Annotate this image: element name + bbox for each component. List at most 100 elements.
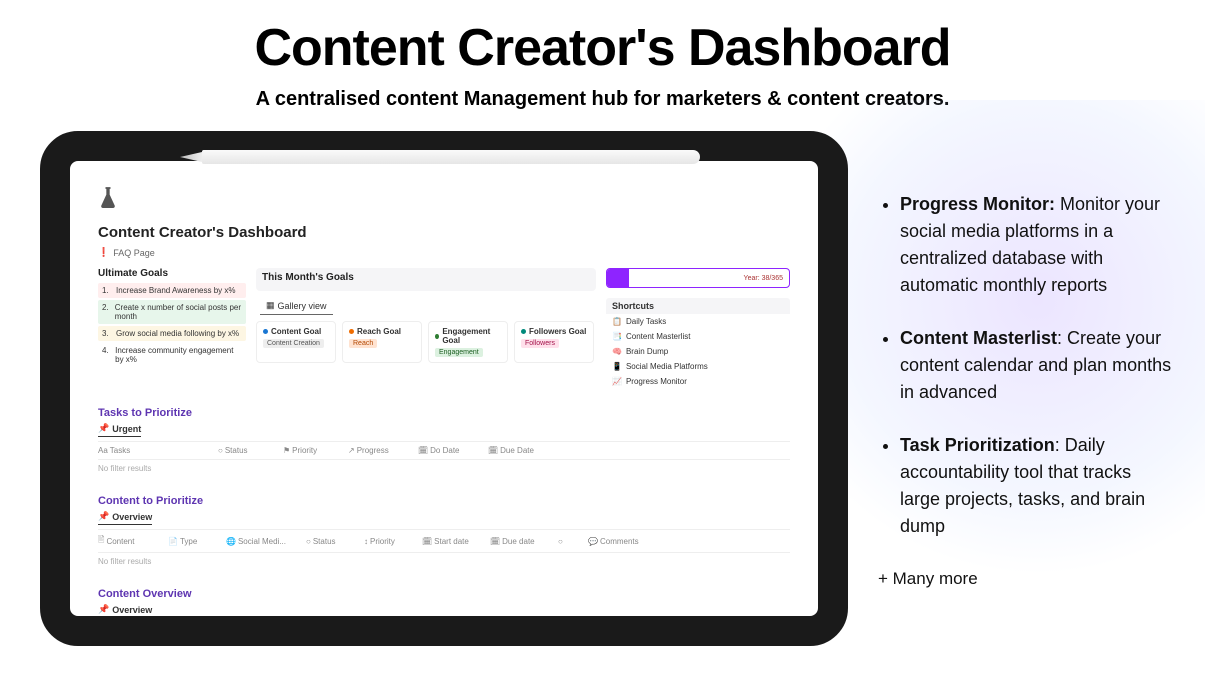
- col-priority[interactable]: ⚑ Priority: [283, 446, 338, 455]
- content-title: Content to Prioritize: [98, 495, 790, 507]
- col-blank[interactable]: ○: [558, 534, 578, 548]
- shortcut-brain-dump[interactable]: 🧠Brain Dump: [606, 344, 790, 359]
- col-startdate[interactable]: 🗓 Start date: [422, 534, 480, 548]
- today-button[interactable]: Today: [763, 623, 784, 632]
- goal-text: Increase community engagement by x%: [115, 346, 242, 364]
- col-tasks[interactable]: Aa Tasks: [98, 446, 208, 455]
- app-title: Content Creator's Dashboard: [98, 224, 790, 241]
- goal-item[interactable]: 4. Increase community engagement by x%: [98, 343, 246, 367]
- shortcut-icon: 📋: [612, 317, 622, 326]
- goal-item[interactable]: 2. Create x number of social posts per m…: [98, 300, 246, 324]
- many-more: + Many more: [878, 566, 1173, 592]
- ultimate-goals-panel: Ultimate Goals 1. Increase Brand Awarene…: [98, 268, 246, 389]
- view-label: Gallery view: [278, 301, 327, 311]
- col-dodate[interactable]: 🗓 Do Date: [418, 446, 478, 455]
- shortcut-label: Brain Dump: [626, 347, 668, 356]
- shortcut-progress-monitor[interactable]: 📈 Progress Monitor: [606, 374, 790, 389]
- goal-card-engagement[interactable]: Engagement Goal Engagement: [428, 321, 508, 363]
- shortcut-content-masterlist[interactable]: 📑 Content Masterlist: [606, 329, 790, 344]
- shortcut-label: Progress Monitor: [626, 377, 687, 386]
- goal-num: 4.: [102, 346, 109, 364]
- shortcut-icon: 📱: [612, 362, 622, 371]
- day-header: Wed: [395, 636, 494, 645]
- year-progress-bar: Year: 38/365: [606, 268, 790, 288]
- goal-card-reach[interactable]: Reach Goal Reach: [342, 321, 422, 363]
- flask-icon: [98, 185, 790, 214]
- tasks-section: Tasks to Prioritize 📌 Urgent Aa Tasks ○ …: [98, 407, 790, 477]
- app-screen: Content Creator's Dashboard ❗ FAQ Page U…: [70, 161, 818, 646]
- features-panel: Progress Monitor: Monitor your social me…: [848, 131, 1203, 646]
- goal-num: 1.: [102, 286, 110, 295]
- col-duedate[interactable]: 🗓 Due date: [490, 534, 548, 548]
- grid-icon: ▦: [266, 300, 275, 311]
- shortcut-social-media[interactable]: 📱Social Media Platforms: [606, 359, 790, 374]
- col-content[interactable]: 🖹 Content: [98, 534, 158, 548]
- col-duedate[interactable]: 🗓 Due Date: [488, 446, 548, 455]
- card-title: Reach Goal: [357, 327, 401, 336]
- pin-icon: 📌: [98, 604, 109, 615]
- goal-card-content[interactable]: Content Goal Content Creation: [256, 321, 336, 363]
- goal-num: 3.: [102, 329, 110, 338]
- shortcut-icon: 📑: [612, 332, 622, 341]
- overview-title: Content Overview: [98, 588, 790, 600]
- content-view-tab[interactable]: 📌 Overview: [98, 511, 152, 525]
- card-tag: Content Creation: [263, 339, 324, 348]
- col-type[interactable]: 📄 Type: [168, 534, 216, 548]
- goal-card-followers[interactable]: Followers Goal Followers: [514, 321, 594, 363]
- dot-icon: [263, 329, 268, 334]
- content-section: Content to Prioritize 📌 Overview 🖹 Conte…: [98, 495, 790, 570]
- dot-icon: [521, 329, 526, 334]
- hero: Content Creator's Dashboard A centralise…: [0, 0, 1205, 111]
- goal-item[interactable]: 3. Grow social media following by x%: [98, 326, 246, 341]
- shortcut-daily-tasks[interactable]: 📋Daily Tasks: [606, 314, 790, 329]
- next-month-button[interactable]: ›: [787, 623, 790, 632]
- shortcuts-heading: Shortcuts: [606, 298, 790, 314]
- day-header: Sun: [98, 636, 197, 645]
- progress-label: Year: 38/365: [744, 275, 783, 282]
- prev-month-button[interactable]: ‹: [757, 623, 760, 632]
- tablet-device: Content Creator's Dashboard ❗ FAQ Page U…: [40, 131, 848, 646]
- day-header: Sat: [691, 636, 790, 645]
- month-goals-heading: This Month's Goals: [256, 272, 596, 283]
- ultimate-goals-heading: Ultimate Goals: [98, 268, 246, 279]
- goal-item[interactable]: 1. Increase Brand Awareness by x%: [98, 283, 246, 298]
- view-label: Urgent: [112, 424, 141, 434]
- overview-view-tab[interactable]: 📌 Overview: [98, 604, 152, 618]
- card-title: Followers Goal: [529, 327, 586, 336]
- card-title: Content Goal: [271, 327, 321, 336]
- gallery-view-tab[interactable]: ▦ Gallery view: [260, 297, 333, 315]
- card-tag: Reach: [349, 339, 377, 348]
- shortcut-label: Content Masterlist: [626, 332, 690, 341]
- day-header: Thu: [493, 636, 592, 645]
- feature-item: Progress Monitor: Monitor your social me…: [900, 191, 1173, 299]
- view-label: Overview: [112, 605, 152, 615]
- faq-label: FAQ Page: [113, 248, 155, 258]
- faq-link[interactable]: ❗ FAQ Page: [98, 247, 790, 258]
- view-label: Overview: [112, 512, 152, 522]
- dot-icon: [349, 329, 354, 334]
- col-priority[interactable]: ↕ Priority: [364, 534, 412, 548]
- goal-text: Increase Brand Awareness by x%: [116, 286, 235, 295]
- day-header: Tue: [296, 636, 395, 645]
- pin-icon: 📌: [98, 423, 109, 434]
- page-title: Content Creator's Dashboard: [0, 18, 1205, 78]
- exclamation-icon: ❗: [98, 247, 109, 258]
- col-social[interactable]: 🌐 Social Medi...: [226, 534, 296, 548]
- tasks-title: Tasks to Prioritize: [98, 407, 790, 419]
- col-progress[interactable]: ↗ Progress: [348, 446, 408, 455]
- pin-icon: 📌: [98, 511, 109, 522]
- urgent-view-tab[interactable]: 📌 Urgent: [98, 423, 141, 437]
- card-tag: Engagement: [435, 348, 483, 357]
- feature-item: Task Prioritization: Daily accountabilit…: [900, 432, 1173, 540]
- content-empty: No filter results: [98, 553, 790, 570]
- dot-icon: [435, 334, 439, 339]
- overview-section: Content Overview 📌 Overview March 2023 ‹…: [98, 588, 790, 646]
- col-status[interactable]: ○ Status: [218, 446, 273, 455]
- feature-item: Content Masterlist: Create your content …: [900, 325, 1173, 406]
- col-status[interactable]: ○ Status: [306, 534, 354, 548]
- col-comments[interactable]: 💬 Comments: [588, 534, 648, 548]
- goal-text: Create x number of social posts per mont…: [115, 303, 242, 321]
- shortcut-icon: 📈: [612, 377, 622, 386]
- page-subtitle: A centralised content Management hub for…: [0, 88, 1205, 111]
- day-header: Mon: [197, 636, 296, 645]
